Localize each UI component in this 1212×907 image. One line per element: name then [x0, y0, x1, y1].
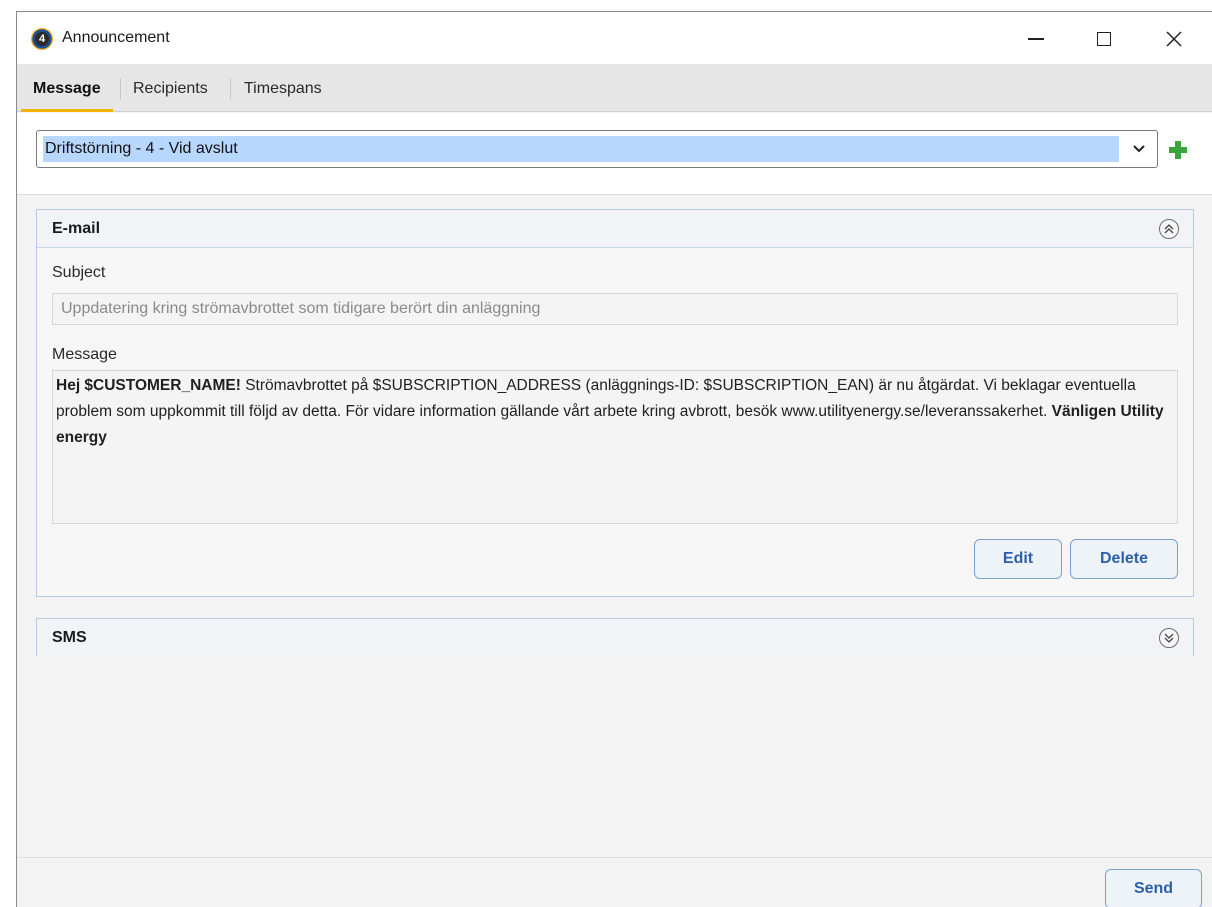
- tab-message[interactable]: Message: [21, 64, 113, 112]
- sms-panel-title: SMS: [52, 629, 87, 646]
- maximize-button[interactable]: [1081, 22, 1127, 56]
- minimize-icon: [1028, 38, 1044, 40]
- delete-button[interactable]: Delete: [1070, 539, 1178, 579]
- announcement-window: 4 Announcement Message Recipients Timesp…: [16, 11, 1212, 907]
- minimize-button[interactable]: [1013, 22, 1059, 56]
- expand-down-icon[interactable]: [1159, 628, 1179, 648]
- window-title: Announcement: [62, 29, 170, 46]
- close-icon: [1166, 31, 1182, 47]
- template-dropdown[interactable]: Driftstörning - 4 - Vid avslut: [36, 130, 1158, 168]
- send-button[interactable]: Send: [1105, 869, 1202, 907]
- message-field[interactable]: Hej $CUSTOMER_NAME! Strömavbrottet på $S…: [52, 370, 1178, 524]
- tab-divider: [230, 78, 231, 100]
- subject-label: Subject: [52, 264, 106, 281]
- footer-bar: Send: [17, 857, 1212, 907]
- add-template-button[interactable]: [1167, 139, 1189, 161]
- tab-timespans[interactable]: Timespans: [232, 64, 334, 112]
- message-label: Message: [52, 346, 117, 363]
- edit-button[interactable]: Edit: [974, 539, 1062, 579]
- template-selected-value: Driftstörning - 4 - Vid avslut: [43, 136, 1119, 162]
- sms-panel-header[interactable]: SMS: [37, 619, 1193, 657]
- plus-icon: [1169, 141, 1187, 159]
- collapse-up-icon[interactable]: [1159, 219, 1179, 239]
- template-select-area: Driftstörning - 4 - Vid avslut: [17, 113, 1212, 195]
- subject-field[interactable]: Uppdatering kring strömavbrottet som tid…: [52, 293, 1178, 325]
- close-button[interactable]: [1151, 22, 1197, 56]
- tab-recipients[interactable]: Recipients: [121, 64, 220, 112]
- title-bar[interactable]: 4 Announcement: [17, 12, 1212, 64]
- tab-bar: Message Recipients Timespans: [17, 64, 1212, 112]
- message-greeting: Hej $CUSTOMER_NAME!: [56, 377, 241, 394]
- email-panel-header[interactable]: E-mail: [37, 210, 1193, 248]
- maximize-icon: [1097, 32, 1111, 46]
- app-logo-icon: 4: [31, 28, 53, 50]
- chevron-down-icon[interactable]: [1121, 131, 1157, 167]
- sms-panel: SMS: [36, 618, 1194, 657]
- email-panel: E-mail Subject Uppdatering kring strömav…: [36, 209, 1194, 597]
- email-panel-title: E-mail: [52, 220, 101, 237]
